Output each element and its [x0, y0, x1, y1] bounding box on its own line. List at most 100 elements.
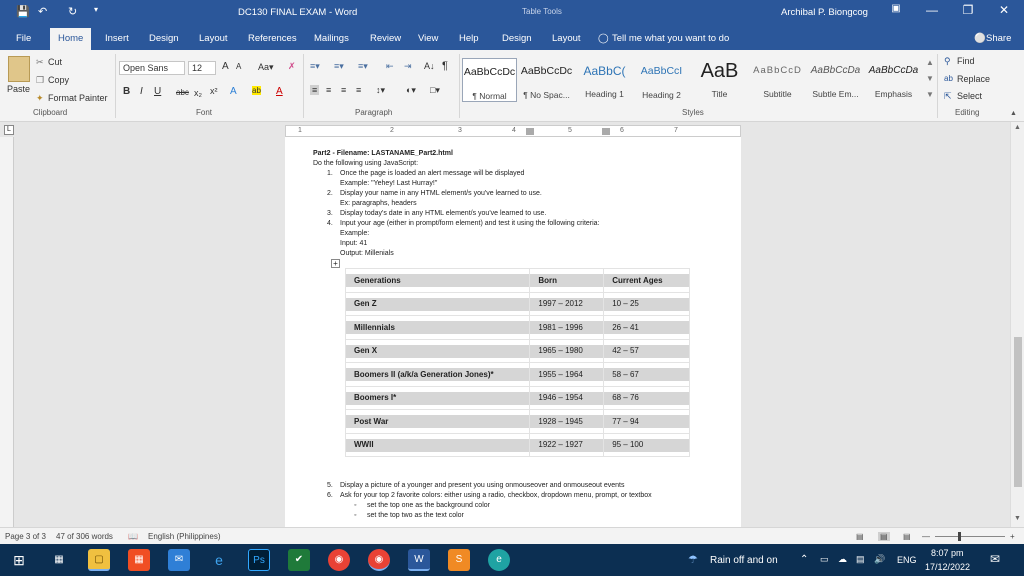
select-button[interactable]: Select — [957, 91, 982, 101]
table-cell[interactable]: Gen Z — [344, 291, 531, 316]
style-subtle-emphasis[interactable]: AaBbCcDa Subtle Em... — [808, 58, 863, 102]
word-count[interactable]: 47 of 306 words — [56, 532, 113, 541]
task-view-icon[interactable]: ▦ — [48, 549, 70, 571]
table-cell[interactable]: Boomers I* — [344, 385, 531, 410]
tell-me-search[interactable]: Tell me what you want to do — [612, 33, 729, 44]
zoom-slider-thumb[interactable] — [958, 532, 961, 541]
save-icon[interactable]: 💾 — [16, 5, 30, 18]
tab-insert[interactable]: Insert — [105, 33, 129, 44]
notification-icon[interactable]: ✉ — [990, 552, 1000, 566]
tab-review[interactable]: Review — [370, 33, 401, 44]
mail-icon[interactable]: ✉ — [168, 549, 190, 571]
find-button[interactable]: Find — [957, 56, 975, 66]
align-right-icon[interactable]: ≡ — [341, 85, 346, 95]
restore-button[interactable]: ❐ — [950, 3, 986, 23]
weather-text[interactable]: Rain off and on — [710, 555, 778, 566]
bold-icon[interactable]: B — [123, 86, 130, 97]
vertical-scrollbar[interactable]: ▲ ▼ — [1010, 122, 1024, 527]
line-spacing-icon[interactable]: ↕▾ — [376, 85, 385, 96]
paste-button[interactable]: Paste — [7, 84, 30, 94]
style-heading-2[interactable]: AaBbCcI Heading 2 — [634, 58, 689, 102]
language-tray[interactable]: ENG — [897, 555, 917, 565]
styles-scroll-up-icon[interactable]: ▲ — [926, 58, 934, 67]
read-mode-icon[interactable]: ▤ — [856, 532, 864, 541]
store-icon[interactable]: ▦ — [128, 549, 150, 571]
styles-more-icon[interactable]: ▼ — [926, 90, 934, 99]
grow-font-icon[interactable]: A — [222, 61, 229, 72]
style-emphasis[interactable]: AaBbCcDa Emphasis — [866, 58, 921, 102]
styles-scroll-down-icon[interactable]: ▼ — [926, 74, 934, 83]
generations-table[interactable]: Generations Born Current Ages Gen Z 1997… — [344, 268, 690, 457]
collapse-ribbon-icon[interactable]: ▲ — [1010, 110, 1017, 117]
table-cell[interactable]: 77 – 94 — [603, 409, 690, 434]
horizontal-ruler[interactable]: 1 2 3 4 5 6 7 — [285, 125, 741, 137]
table-cell[interactable]: 1946 – 1954 — [529, 385, 605, 410]
style-title[interactable]: AaB Title — [692, 58, 747, 102]
italic-icon[interactable]: I — [140, 86, 143, 97]
table-cell[interactable]: 42 – 57 — [603, 338, 690, 363]
tab-references[interactable]: References — [248, 33, 297, 44]
table-cell[interactable]: Boomers II (a/k/a Generation Jones)* — [344, 362, 531, 387]
table-cell[interactable]: WWII — [344, 432, 531, 457]
font-name-select[interactable]: Open Sans — [119, 61, 185, 75]
cloud-icon[interactable]: ☁ — [838, 554, 847, 565]
sublime-icon[interactable]: S — [448, 549, 470, 571]
table-cell[interactable]: 26 – 41 — [603, 315, 690, 340]
style-subtitle[interactable]: AaBbCcD Subtitle — [750, 58, 805, 102]
style-normal[interactable]: AaBbCcDc ¶ Normal — [462, 58, 517, 102]
borders-icon[interactable]: □▾ — [430, 85, 440, 96]
volume-icon[interactable]: 🔊 — [874, 554, 885, 565]
network-icon[interactable]: ▤ — [856, 554, 865, 565]
internet-explorer-icon[interactable]: e — [208, 549, 230, 571]
tab-help[interactable]: Help — [459, 33, 479, 44]
table-cell[interactable]: 1981 – 1996 — [529, 315, 605, 340]
undo-icon[interactable]: ↶ — [38, 5, 47, 18]
table-move-handle[interactable]: + — [331, 259, 340, 268]
excel-icon[interactable]: ✔ — [288, 549, 310, 571]
customize-qat-icon[interactable]: ▾ — [94, 5, 98, 14]
bullets-icon[interactable]: ≡▾ — [310, 61, 320, 72]
superscript-icon[interactable]: x² — [210, 86, 218, 96]
user-name[interactable]: Archibal P. Biongcog — [781, 7, 868, 18]
redo-icon[interactable]: ↻ — [68, 5, 77, 18]
format-painter-button[interactable]: Format Painter — [48, 93, 108, 103]
close-button[interactable]: ✕ — [986, 3, 1022, 23]
copy-button[interactable]: Copy — [48, 75, 69, 85]
scroll-up-icon[interactable]: ▲ — [1014, 124, 1021, 131]
table-cell[interactable]: 1955 – 1964 — [529, 362, 605, 387]
font-size-select[interactable]: 12 — [188, 61, 216, 75]
clock-date[interactable]: 17/12/2022 — [925, 562, 970, 572]
chrome-icon[interactable]: ◉ — [368, 549, 390, 571]
tab-design[interactable]: Design — [149, 33, 179, 44]
table-cell[interactable]: 95 – 100 — [603, 432, 690, 457]
strikethrough-icon[interactable]: abc — [176, 88, 189, 97]
scroll-down-icon[interactable]: ▼ — [1014, 515, 1021, 522]
numbering-icon[interactable]: ≡▾ — [334, 61, 344, 72]
decrease-indent-icon[interactable]: ⇤ — [386, 61, 394, 72]
tab-home[interactable]: Home — [50, 28, 92, 50]
table-cell[interactable]: 1928 – 1945 — [529, 409, 605, 434]
font-color-icon[interactable]: A — [276, 86, 283, 97]
battery-icon[interactable]: ▭ — [820, 554, 829, 565]
zoom-out-icon[interactable]: — — [922, 532, 930, 541]
clock-time[interactable]: 8:07 pm — [931, 548, 964, 558]
table-cell[interactable]: Post War — [344, 409, 531, 434]
zoom-in-icon[interactable]: + — [1010, 532, 1015, 541]
paste-icon[interactable] — [8, 56, 30, 82]
justify-icon[interactable]: ≡ — [356, 85, 361, 95]
share-button[interactable]: Share — [986, 33, 1011, 44]
chrome-icon[interactable]: ◉ — [328, 549, 350, 571]
tab-view[interactable]: View — [418, 33, 438, 44]
table-header-cell[interactable]: Current Ages — [603, 268, 690, 293]
web-layout-icon[interactable]: ▤ — [903, 532, 911, 541]
sort-icon[interactable]: A↓ — [424, 61, 435, 71]
file-explorer-icon[interactable]: ▢ — [88, 549, 110, 571]
shading-icon[interactable]: ◐▾ — [406, 85, 416, 96]
multilevel-list-icon[interactable]: ≡▾ — [358, 61, 368, 72]
table-header-cell[interactable]: Generations — [344, 268, 531, 293]
proofing-icon[interactable]: 📖 — [128, 532, 138, 541]
tab-file[interactable]: File — [16, 33, 31, 44]
text-effects-icon[interactable]: A — [230, 86, 237, 97]
replace-button[interactable]: Replace — [957, 74, 990, 84]
print-layout-icon[interactable]: ▤ — [878, 532, 890, 541]
